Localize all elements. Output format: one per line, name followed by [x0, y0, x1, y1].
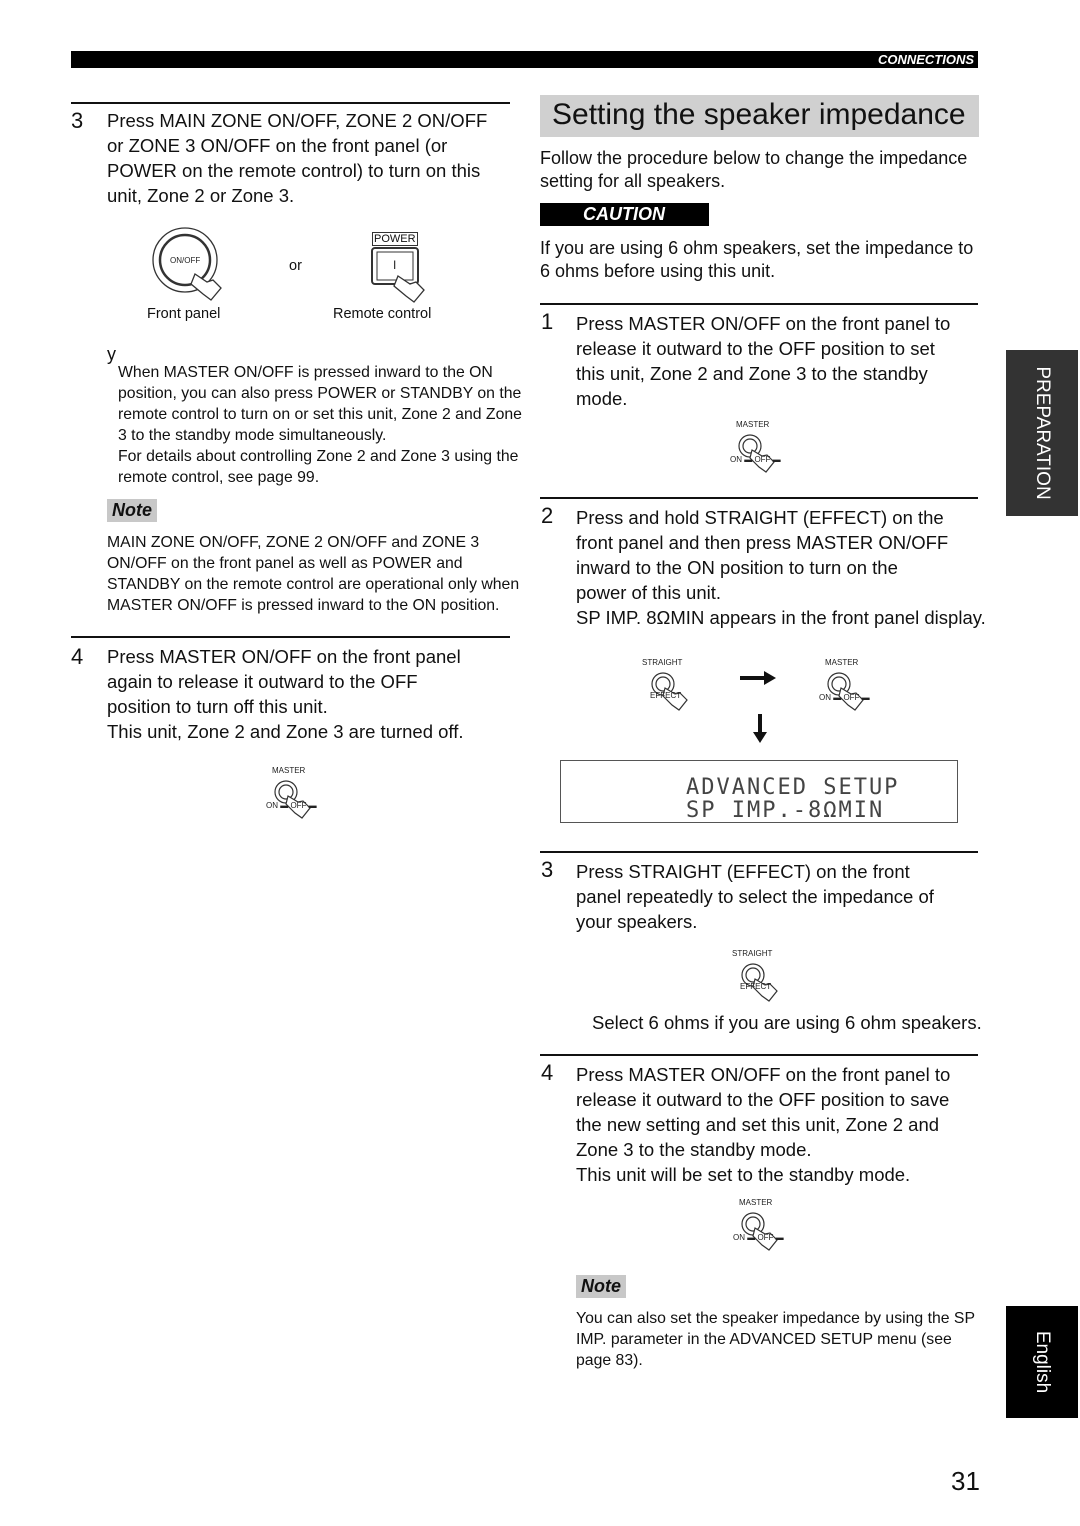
- note-text: You can also set the speaker impedance b…: [576, 1308, 975, 1371]
- text-line: release it outward to the OFF position t…: [576, 338, 935, 359]
- text-line: again to release it outward to the OFF: [107, 671, 418, 692]
- text-line: POWER on the remote control) to turn on …: [107, 160, 481, 181]
- or-label: or: [289, 258, 302, 274]
- step-4-instructions: Press MASTER ON/OFF on the front panel t…: [576, 1062, 950, 1187]
- front-panel-display: ADVANCED SETUP SP IMP.-8ΩMIN: [560, 760, 958, 823]
- divider: [540, 303, 978, 305]
- arrow-down-icon: [753, 714, 767, 743]
- effect-label: EFFECT: [740, 982, 772, 991]
- divider: [540, 1054, 978, 1056]
- on-off-label: ON ▬ OFF ▬: [266, 801, 317, 810]
- manual-page: CONNECTIONS 3 Press MAIN ZONE ON/OFF, ZO…: [0, 0, 1080, 1526]
- text-line: the new setting and set this unit, Zone …: [576, 1114, 940, 1135]
- text-line: setting for all speakers.: [540, 171, 726, 191]
- intro-text: Follow the procedure below to change the…: [540, 147, 967, 193]
- text-line: or ZONE 3 ON/OFF on the front panel (or: [107, 135, 448, 156]
- step-number: 4: [541, 1060, 554, 1085]
- display-line-2: SP IMP.-8ΩMIN: [686, 798, 885, 823]
- text-line: panel repeatedly to select the impedance…: [576, 886, 934, 907]
- step-2-instructions: Press and hold STRAIGHT (EFFECT) on the f…: [576, 505, 986, 630]
- text-line: your speakers.: [576, 911, 698, 932]
- master-label: MASTER: [739, 1198, 773, 1207]
- text-line: If you are using 6 ohm speakers, set the…: [540, 238, 974, 258]
- arrow-right-icon: [740, 671, 776, 685]
- section-header-bar: CONNECTIONS: [71, 51, 978, 68]
- on-off-label: ON ▬ OFF ▬: [730, 455, 781, 464]
- on-off-label: ON ▬ OFF ▬: [819, 693, 870, 702]
- text-line: You can also set the speaker impedance b…: [576, 1310, 975, 1327]
- divider: [540, 851, 978, 853]
- text-line: SP IMP. 8ΩMIN appears in the front panel…: [576, 607, 986, 628]
- page-title: Setting the speaker impedance: [552, 98, 966, 131]
- text-line: 6 ohms before using this unit.: [540, 261, 776, 281]
- note-text: MAIN ZONE ON/OFF, ZONE 2 ON/OFF and ZONE…: [107, 532, 519, 616]
- text-line: position to turn off this unit.: [107, 696, 328, 717]
- note-badge: Note: [107, 499, 157, 522]
- effect-label: EFFECT: [650, 691, 682, 700]
- divider: [540, 497, 978, 499]
- text-line: power of this unit.: [576, 582, 721, 603]
- step-number: 1: [541, 309, 554, 334]
- text-line: Zone 3 to the standby mode.: [576, 1139, 812, 1160]
- page-title-box: Setting the speaker impedance: [540, 95, 979, 137]
- text-line: MAIN ZONE ON/OFF, ZONE 2 ON/OFF and ZONE…: [107, 534, 480, 551]
- text-line: Press MASTER ON/OFF on the front panel t…: [576, 1064, 951, 1085]
- onoff-button-icon: ON/OFF: [150, 226, 230, 311]
- text-line: page 83).: [576, 1352, 643, 1369]
- text-line: this unit, Zone 2 and Zone 3 to the stan…: [576, 363, 928, 384]
- straight-label: STRAIGHT: [732, 949, 773, 958]
- text-line: remote control to turn on or set this un…: [118, 406, 522, 423]
- text-line: Press MASTER ON/OFF on the front panel: [107, 646, 461, 667]
- text-line: 3 to the standby mode simultaneously.: [118, 427, 387, 444]
- text-line: When MASTER ON/OFF is pressed inward to …: [118, 364, 493, 381]
- note-badge: Note: [576, 1275, 626, 1298]
- text-line: release it outward to the OFF position t…: [576, 1089, 950, 1110]
- text-line: Follow the procedure below to change the…: [540, 148, 968, 168]
- tip-text: When MASTER ON/OFF is pressed inward to …: [118, 362, 522, 488]
- tab-preparation[interactable]: PREPARATION: [1006, 350, 1078, 516]
- caution-badge: CAUTION: [540, 203, 709, 226]
- tab-english[interactable]: English: [1006, 1306, 1078, 1418]
- text-line: ON/OFF on the front panel as well as POW…: [107, 555, 463, 572]
- text-line: front panel and then press MASTER ON/OFF: [576, 532, 949, 553]
- front-panel-caption: Front panel: [147, 306, 221, 322]
- text-line: mode.: [576, 388, 628, 409]
- step-number: 3: [71, 108, 84, 133]
- step-number: 2: [541, 503, 554, 528]
- impedance-hint: Select 6 ohms if you are using 6 ohm spe…: [592, 1012, 982, 1033]
- text-line: Press STRAIGHT (EFFECT) on the front: [576, 861, 910, 882]
- step-number: 3: [541, 857, 554, 882]
- text-line: inward to the ON position to turn on the: [576, 557, 898, 578]
- text-line: For details about controlling Zone 2 and…: [118, 448, 519, 465]
- master-label: MASTER: [825, 658, 859, 667]
- master-label: MASTER: [736, 420, 770, 429]
- text-line: position, you can also press POWER or ST…: [118, 385, 522, 402]
- text-line: This unit, Zone 2 and Zone 3 are turned …: [107, 721, 464, 742]
- caution-text: If you are using 6 ohm speakers, set the…: [540, 237, 973, 283]
- step-4-instructions: Press MASTER ON/OFF on the front panel ag…: [107, 644, 464, 744]
- step-3-instructions: Press STRAIGHT (EFFECT) on the front pane…: [576, 859, 934, 934]
- page-number: 31: [951, 1466, 980, 1496]
- step-number: 4: [71, 644, 84, 669]
- text-line: Press MASTER ON/OFF on the front panel t…: [576, 313, 951, 334]
- tip-icon: y: [107, 344, 116, 364]
- display-line-1: ADVANCED SETUP: [686, 775, 900, 800]
- text-line: Press MAIN ZONE ON/OFF, ZONE 2 ON/OFF: [107, 110, 488, 131]
- master-label: MASTER: [272, 766, 306, 775]
- text-line: This unit will be set to the standby mod…: [576, 1164, 911, 1185]
- text-line: MASTER ON/OFF is pressed inward to the O…: [107, 597, 500, 614]
- step-3-instructions: Press MAIN ZONE ON/OFF, ZONE 2 ON/OFF or …: [107, 108, 487, 208]
- text-line: STANDBY on the remote control are operat…: [107, 576, 520, 593]
- step-1-instructions: Press MASTER ON/OFF on the front panel t…: [576, 311, 950, 411]
- divider: [71, 102, 510, 104]
- text-line: IMP. parameter in the ADVANCED SETUP men…: [576, 1331, 952, 1348]
- divider: [71, 636, 510, 638]
- text-line: Press and hold STRAIGHT (EFFECT) on the: [576, 507, 944, 528]
- remote-control-caption: Remote control: [333, 306, 432, 322]
- text-line: remote control, see page 99.: [118, 469, 320, 486]
- on-off-label: ON ▬ OFF ▬: [733, 1233, 784, 1242]
- text-line: unit, Zone 2 or Zone 3.: [107, 185, 295, 206]
- straight-label: STRAIGHT: [642, 658, 683, 667]
- section-title: CONNECTIONS: [877, 52, 974, 67]
